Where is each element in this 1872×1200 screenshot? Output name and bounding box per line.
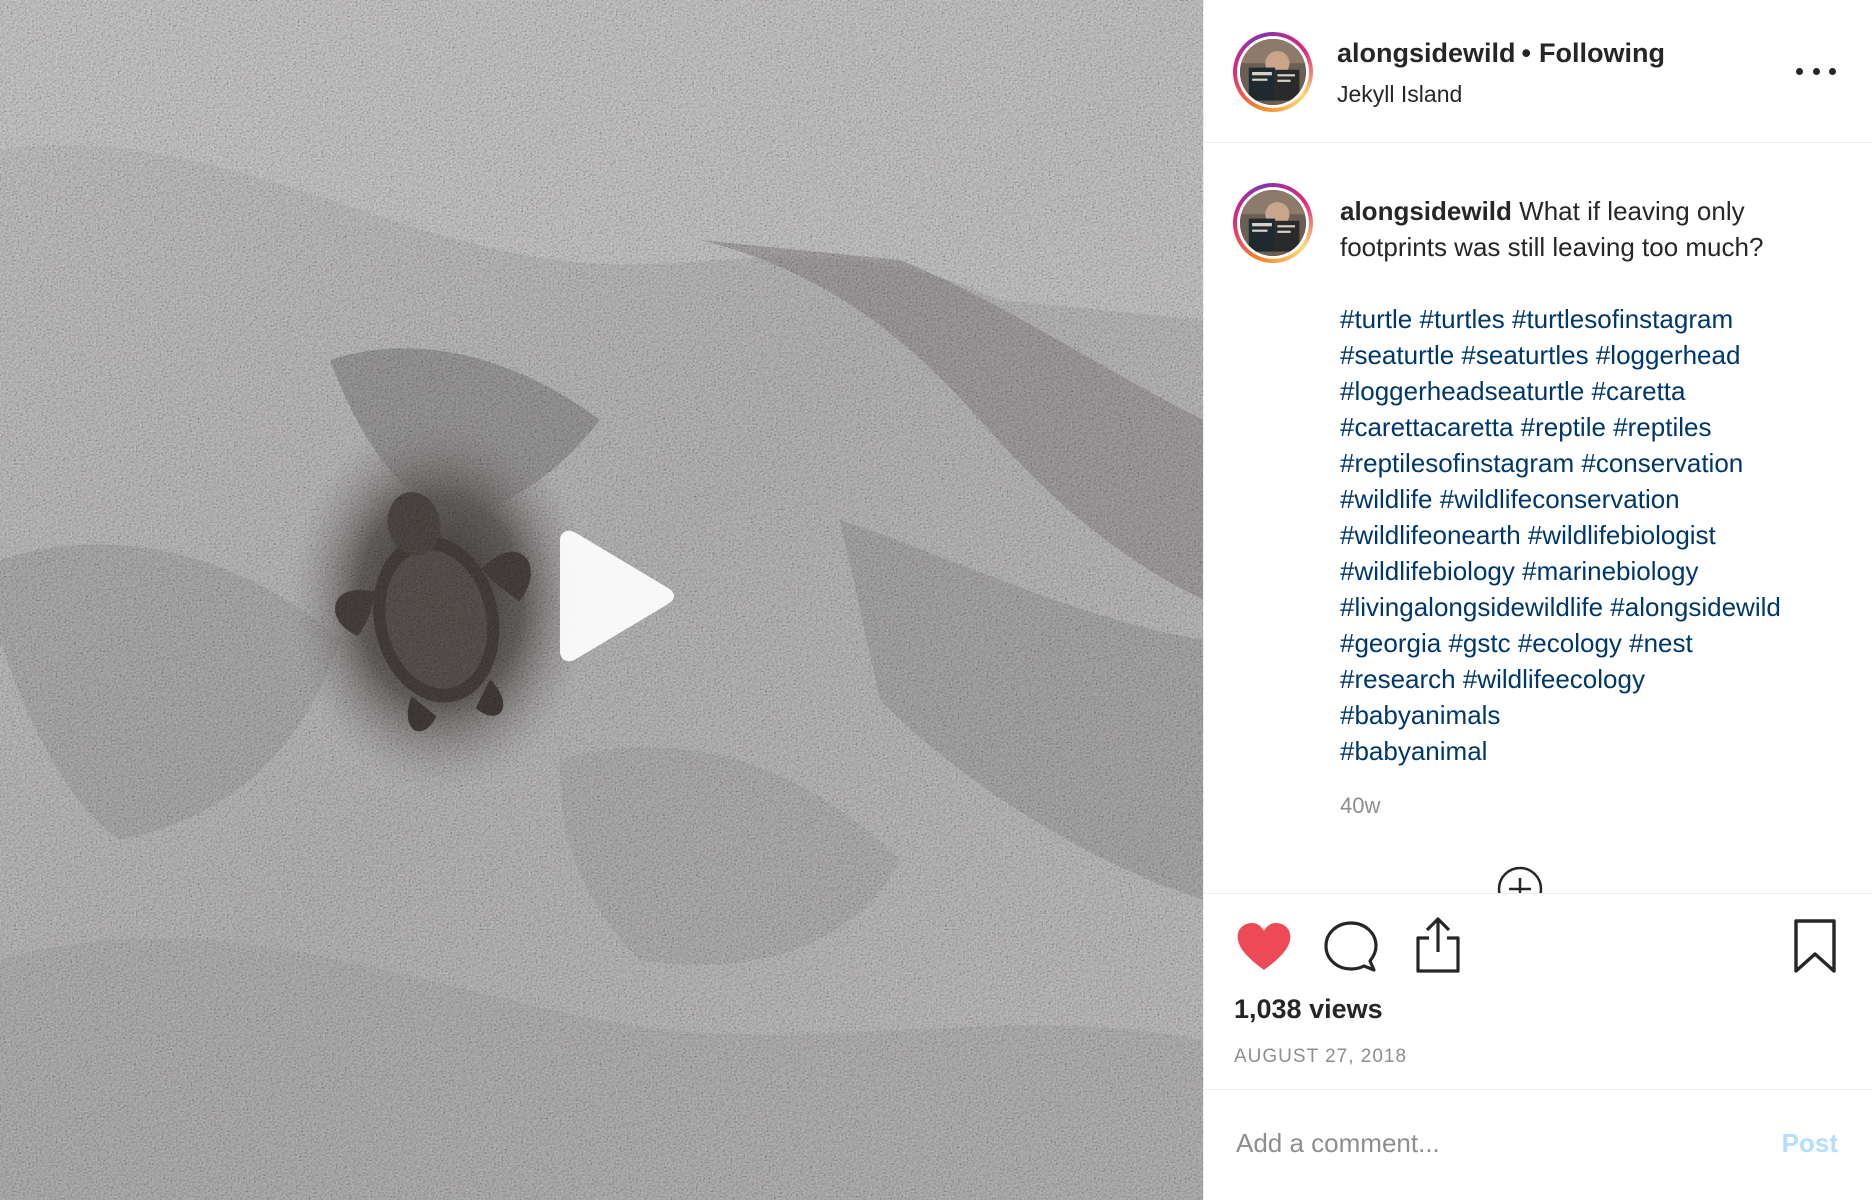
more-options-icon[interactable] bbox=[1796, 56, 1836, 86]
caption-section: alongsidewild What if leaving only footp… bbox=[1204, 143, 1872, 893]
plus-circle-icon[interactable] bbox=[1496, 865, 1544, 893]
hashtag-link[interactable]: #babyanimals bbox=[1340, 700, 1500, 730]
hashtag-link[interactable]: #loggerhead bbox=[1596, 340, 1741, 370]
caption-text: alongsidewild What if leaving only footp… bbox=[1340, 193, 1850, 769]
hashtag-link[interactable]: #ecology bbox=[1518, 628, 1622, 658]
hashtag-link[interactable]: #seaturtles bbox=[1461, 340, 1588, 370]
post-comment-button[interactable]: Post bbox=[1782, 1128, 1838, 1159]
comment-input[interactable] bbox=[1234, 1118, 1754, 1168]
hashtag-link[interactable]: #wildlifebiologist bbox=[1528, 520, 1716, 550]
caption-avatar[interactable] bbox=[1233, 183, 1313, 263]
hashtag-link[interactable]: #babyanimal bbox=[1340, 736, 1487, 766]
hashtag-link[interactable]: #reptilesofinstagram bbox=[1340, 448, 1574, 478]
hashtag-link[interactable]: #reptiles bbox=[1613, 412, 1711, 442]
post-header: alongsidewild • Following Jekyll Island bbox=[1204, 0, 1872, 143]
play-icon[interactable] bbox=[546, 530, 676, 662]
caption-username[interactable]: alongsidewild bbox=[1340, 196, 1512, 226]
hashtag-link[interactable]: #nest bbox=[1629, 628, 1693, 658]
header-text: alongsidewild • Following Jekyll Island bbox=[1337, 38, 1665, 108]
hashtag-link[interactable]: #carettacaretta bbox=[1340, 412, 1513, 442]
hashtag-link[interactable]: #caretta bbox=[1592, 376, 1686, 406]
username-link[interactable]: alongsidewild bbox=[1337, 38, 1516, 68]
hashtag-link[interactable]: #turtles bbox=[1420, 304, 1505, 334]
profile-photo-icon bbox=[1240, 39, 1306, 105]
hashtag-link[interactable]: #wildlifeconservation bbox=[1440, 484, 1680, 514]
hashtag-link[interactable]: #research bbox=[1340, 664, 1456, 694]
hashtag-link[interactable]: #reptile bbox=[1521, 412, 1606, 442]
comment-bubble-icon[interactable] bbox=[1324, 920, 1378, 974]
comment-form: Post bbox=[1204, 1090, 1872, 1200]
separator-dot: • bbox=[1521, 38, 1531, 68]
hashtag-link[interactable]: #turtle bbox=[1340, 304, 1412, 334]
profile-photo-icon bbox=[1240, 190, 1306, 256]
hashtag-link[interactable]: #wildlifeonearth bbox=[1340, 520, 1521, 550]
post-side-panel: alongsidewild•Following Jekyll Island bbox=[1204, 0, 1872, 1200]
hashtag-link[interactable]: #wildlife bbox=[1340, 484, 1433, 514]
avatar[interactable] bbox=[1233, 32, 1313, 112]
username-line: alongsidewild • Following bbox=[1337, 38, 1665, 69]
hashtag-link[interactable]: #conservation bbox=[1581, 448, 1743, 478]
action-bar: 1,038 views AUGUST 27, 2018 bbox=[1204, 893, 1872, 1090]
hashtag-link[interactable]: #loggerheadseaturtle bbox=[1340, 376, 1584, 406]
post-video[interactable] bbox=[0, 0, 1204, 1200]
hashtag-list: #turtle #turtles #turtlesofinstagram #se… bbox=[1340, 301, 1850, 769]
bookmark-icon[interactable] bbox=[1792, 918, 1838, 974]
hashtag-link[interactable]: #wildlifeecology bbox=[1463, 664, 1645, 694]
location-link[interactable]: Jekyll Island bbox=[1337, 81, 1665, 108]
hashtag-link[interactable]: #seaturtle bbox=[1340, 340, 1454, 370]
hashtag-link[interactable]: #livingalongsidewildlife bbox=[1340, 592, 1603, 622]
caption-timestamp[interactable]: 40w bbox=[1340, 793, 1380, 819]
hashtag-link[interactable]: #gstc bbox=[1448, 628, 1510, 658]
share-icon[interactable] bbox=[1412, 916, 1464, 974]
hashtag-link[interactable]: #georgia bbox=[1340, 628, 1441, 658]
hashtag-link[interactable]: #alongsidewild bbox=[1610, 592, 1781, 622]
post-date: AUGUST 27, 2018 bbox=[1234, 1046, 1408, 1067]
hashtag-link[interactable]: #turtlesofinstagram bbox=[1512, 304, 1733, 334]
heart-icon[interactable] bbox=[1236, 922, 1292, 972]
instagram-post: alongsidewild•Following Jekyll Island bbox=[0, 0, 1872, 1200]
view-count[interactable]: 1,038 views bbox=[1234, 994, 1383, 1025]
hashtag-link[interactable]: #marinebiology bbox=[1522, 556, 1698, 586]
hashtag-link[interactable]: #wildlifebiology bbox=[1340, 556, 1515, 586]
following-button[interactable]: Following bbox=[1539, 38, 1665, 68]
